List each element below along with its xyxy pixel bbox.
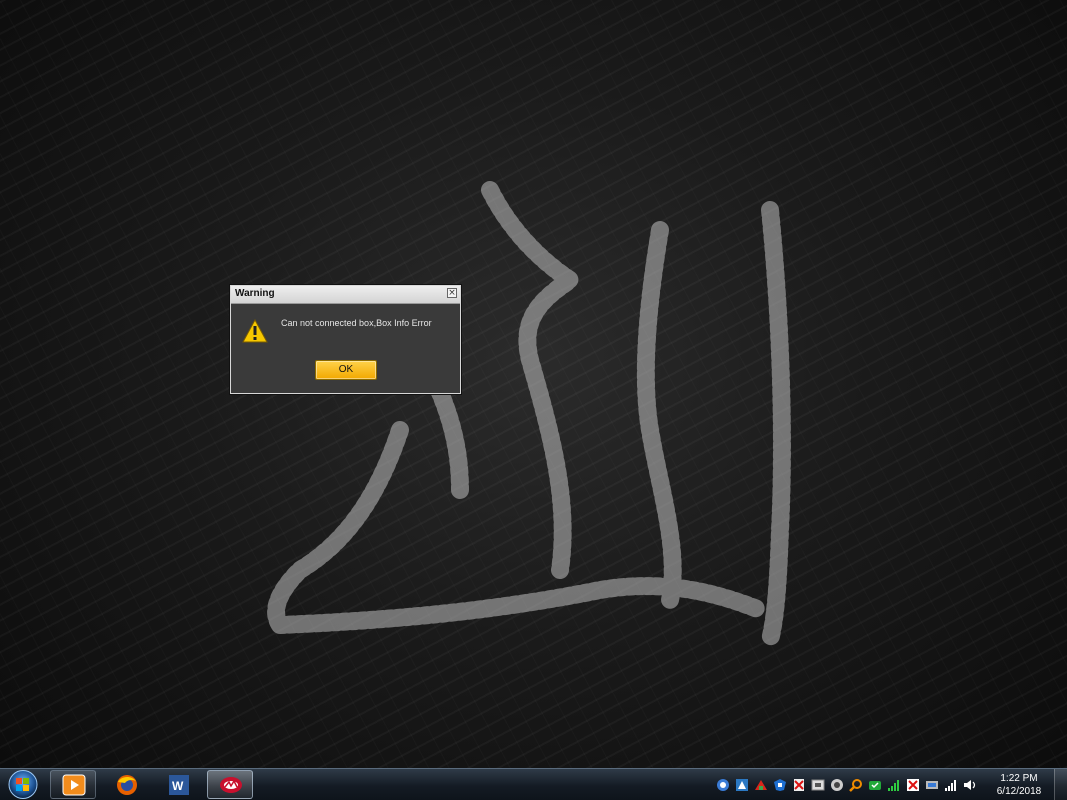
microsoft-word-icon: W bbox=[169, 775, 189, 795]
show-desktop-button[interactable] bbox=[1054, 769, 1067, 800]
clock[interactable]: 1:22 PM 6/12/2018 bbox=[989, 772, 1049, 798]
start-button[interactable] bbox=[4, 769, 42, 800]
tray-app-icon-1[interactable] bbox=[716, 778, 730, 792]
windows-media-player-icon bbox=[62, 774, 86, 796]
tray-app-icon-10[interactable] bbox=[925, 778, 939, 792]
svg-text:W: W bbox=[172, 779, 184, 793]
clock-time: 1:22 PM bbox=[1000, 773, 1038, 784]
warning-icon bbox=[242, 319, 268, 343]
taskbar-media-player-button[interactable] bbox=[50, 770, 96, 799]
taskbar: W 1:22 PM 6/12/2018 bbox=[0, 768, 1067, 800]
firefox-icon bbox=[117, 775, 137, 795]
desktop: Warning × Can not connected box,Box Info… bbox=[0, 0, 1067, 768]
volume-icon[interactable] bbox=[963, 778, 977, 792]
tray-app-icon-7[interactable] bbox=[830, 778, 844, 792]
dialog-message: Can not connected box,Box Info Error bbox=[281, 318, 432, 328]
tray-app-icon-9[interactable] bbox=[906, 778, 920, 792]
taskbar-word-button[interactable]: W bbox=[155, 770, 201, 799]
dialog-titlebar[interactable]: Warning × bbox=[231, 286, 460, 304]
network-signal-icon[interactable] bbox=[944, 778, 958, 792]
warning-dialog: Warning × Can not connected box,Box Info… bbox=[230, 285, 461, 394]
tray-app-icon-5[interactable] bbox=[792, 778, 806, 792]
clock-date: 6/12/2018 bbox=[996, 786, 1042, 797]
ok-button[interactable]: OK bbox=[315, 360, 377, 380]
system-tray: 1:22 PM 6/12/2018 bbox=[707, 769, 1067, 800]
tray-app-icon-6[interactable] bbox=[811, 778, 825, 792]
tray-app-icon-2[interactable] bbox=[735, 778, 749, 792]
taskbar-box-tool-button[interactable] bbox=[207, 770, 253, 799]
tray-app-icon-3[interactable] bbox=[754, 778, 768, 792]
tray-search-icon[interactable] bbox=[849, 778, 863, 792]
tray-app-icon-4[interactable] bbox=[773, 778, 787, 792]
tray-app-icon-8[interactable] bbox=[868, 778, 882, 792]
taskbar-firefox-button[interactable] bbox=[103, 770, 149, 799]
wallpaper-calligraphy bbox=[267, 181, 791, 649]
box-tool-app-icon bbox=[220, 777, 242, 793]
close-button[interactable]: × bbox=[447, 288, 457, 298]
tray-signal-icon[interactable] bbox=[887, 778, 901, 792]
dialog-title: Warning bbox=[235, 288, 275, 299]
